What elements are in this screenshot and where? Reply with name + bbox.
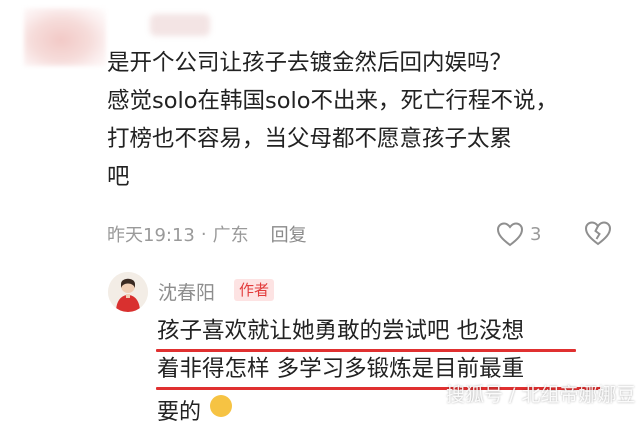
author-avatar-image — [108, 272, 148, 312]
comment-location: 广东 — [212, 225, 249, 246]
comment-line: 打榜也不容易，当父母都不愿意孩子太累 — [107, 126, 513, 152]
blurred-commenter-name — [150, 14, 210, 36]
emoji-icon — [210, 395, 232, 417]
comment-line: 是开个公司让孩子去镀金然后回内娱吗？ — [107, 50, 513, 76]
dislike-button[interactable] — [584, 220, 612, 250]
red-underline — [156, 349, 576, 352]
comment-meta: 昨天19:13 · 广东 回复 — [107, 218, 627, 250]
comment-line: 感觉solo在韩国solo不出来，死亡行程不说， — [107, 88, 559, 114]
author-avatar[interactable] — [108, 272, 148, 312]
meta-separator: · — [200, 223, 207, 245]
comment-body: 是开个公司让孩子去镀金然后回内娱吗？ 感觉solo在韩国solo不出来，死亡行程… — [107, 44, 627, 196]
comment-line: 吧 — [107, 164, 130, 190]
comment-time: 昨天19:13 — [107, 225, 195, 246]
like-button[interactable]: 3 — [496, 220, 541, 248]
like-count: 3 — [530, 223, 542, 245]
reply-line: 孩子喜欢就让她勇敢的尝试吧 也没想 — [157, 318, 525, 344]
heart-outline-icon — [496, 222, 524, 247]
author-badge: 作者 — [234, 279, 275, 301]
blurred-commenter-avatar — [24, 8, 106, 66]
broken-heart-icon — [584, 221, 612, 246]
reply-button[interactable]: 回复 — [271, 221, 307, 247]
reply-author-name[interactable]: 沈春阳 — [158, 278, 215, 305]
watermark: 搜狐号 / 北组帝娜娜豆 — [446, 384, 636, 406]
reply-line-cutoff: 要的 — [157, 400, 202, 425]
